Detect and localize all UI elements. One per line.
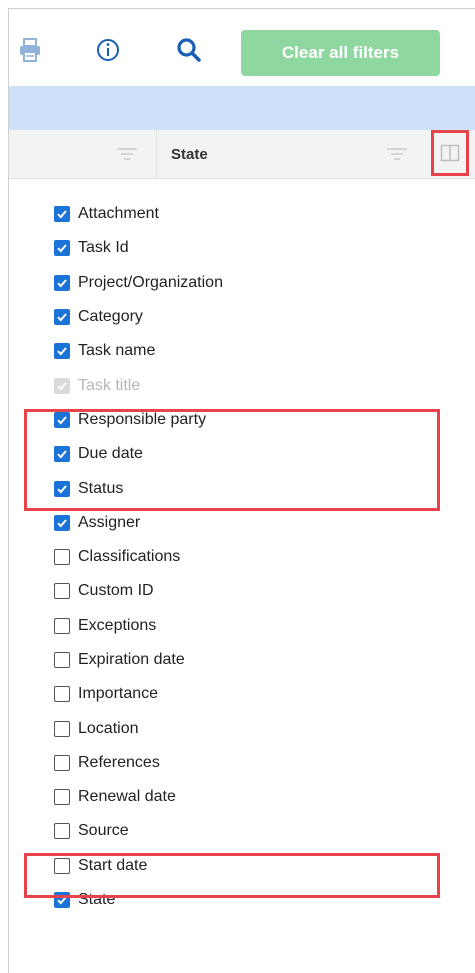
check-icon (57, 313, 67, 322)
checkbox[interactable] (54, 309, 70, 326)
table-band (9, 86, 475, 130)
checkbox[interactable] (54, 240, 70, 257)
check-icon (57, 347, 67, 356)
column-divider (156, 130, 157, 178)
table-header-row: State (9, 130, 475, 179)
checkbox[interactable] (54, 686, 70, 703)
column-option[interactable]: Custom ID (54, 574, 223, 608)
check-icon (57, 244, 67, 253)
column-option: Task title (54, 368, 223, 402)
column-option-label: Location (78, 719, 139, 737)
column-option[interactable]: References (54, 746, 223, 780)
checkbox[interactable] (54, 720, 70, 737)
column-option-label: Classifications (78, 548, 181, 566)
checkbox[interactable] (54, 823, 70, 840)
check-icon (57, 210, 67, 219)
print-icon[interactable] (18, 36, 42, 64)
column-option-label: Project/Organization (78, 273, 223, 291)
column-option-label: Task Id (78, 239, 129, 257)
checkbox (54, 377, 70, 394)
checkbox[interactable] (54, 206, 70, 223)
checkbox[interactable] (54, 549, 70, 566)
column-chooser-button[interactable] (431, 130, 469, 176)
column-filter-icon[interactable] (116, 147, 138, 161)
column-option-label: Importance (78, 685, 159, 703)
checkbox[interactable] (54, 583, 70, 600)
column-option[interactable]: Classifications (54, 540, 223, 574)
column-chooser-list: Attachment Task Id Project/Organization Cat… (54, 197, 223, 917)
column-option[interactable]: Exceptions (54, 609, 223, 643)
column-option-label: Attachment (78, 205, 159, 223)
column-option-label: Expiration date (78, 651, 185, 668)
highlight-due-date-status (24, 409, 440, 511)
column-option-label: Renewal date (78, 788, 176, 806)
checkbox[interactable] (54, 343, 70, 360)
column-option-label: Source (78, 822, 129, 840)
info-icon[interactable] (96, 37, 120, 63)
columns-icon (440, 144, 460, 162)
state-column-header[interactable]: State (171, 146, 208, 163)
checkbox[interactable] (54, 617, 70, 634)
column-option[interactable]: Renewal date (54, 780, 223, 814)
column-option[interactable]: Location (54, 711, 223, 745)
column-option-label: Category (78, 308, 143, 326)
search-icon[interactable] (176, 36, 202, 64)
highlight-state (24, 853, 440, 898)
checkbox[interactable] (54, 789, 70, 806)
column-option-label: Exceptions (78, 616, 157, 634)
checkbox[interactable] (54, 754, 70, 771)
check-icon (57, 519, 67, 528)
column-option-label: References (78, 753, 160, 771)
column-option-label: Task name (78, 342, 156, 360)
column-option[interactable]: Attachment (54, 197, 223, 231)
checkbox[interactable] (54, 274, 70, 291)
column-option[interactable]: Task Id (54, 231, 223, 265)
column-option-label: Custom ID (78, 582, 154, 600)
check-icon (57, 381, 67, 391)
checkbox[interactable] (54, 652, 70, 668)
column-option-label: Assigner (78, 513, 141, 531)
column-option[interactable]: Task name (54, 334, 223, 368)
clear-all-filters-button[interactable]: Clear all filters (241, 30, 440, 76)
checkbox[interactable] (54, 514, 70, 531)
column-option[interactable]: Category (54, 300, 223, 334)
state-filter-icon[interactable] (386, 147, 408, 161)
column-option[interactable]: Project/Organization (54, 266, 223, 300)
column-option[interactable]: Importance (54, 677, 223, 711)
column-option[interactable]: Expiration date (54, 643, 223, 677)
column-option[interactable]: Source (54, 814, 223, 848)
check-icon (57, 279, 67, 288)
column-option-label: Task title (78, 376, 141, 394)
